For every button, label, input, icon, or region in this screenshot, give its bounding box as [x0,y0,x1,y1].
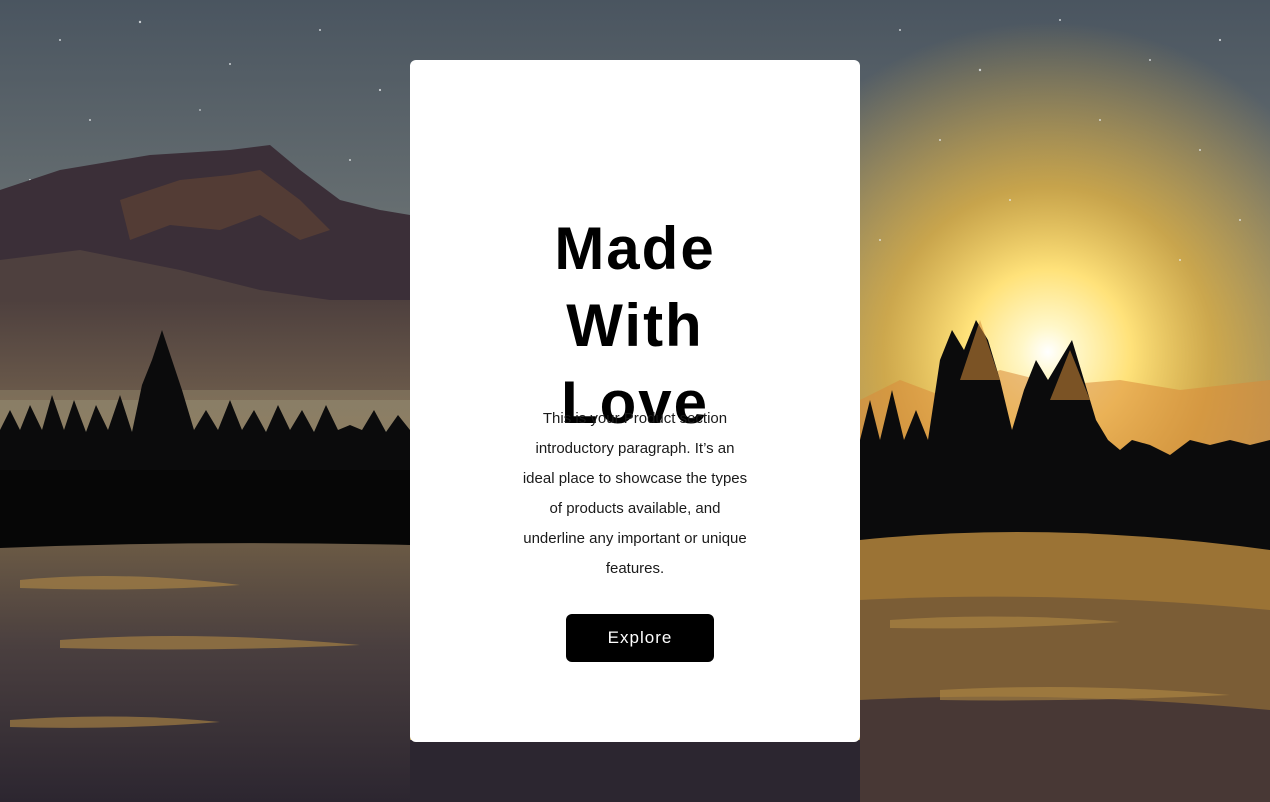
headline-line-made: Made [554,215,716,282]
explore-button[interactable]: Explore [566,614,714,662]
headline-line-with: With [566,292,704,359]
intro-paragraph: This is your Product section introductor… [522,410,748,577]
product-intro-card: Made With Love This is your Product sect… [410,60,860,742]
